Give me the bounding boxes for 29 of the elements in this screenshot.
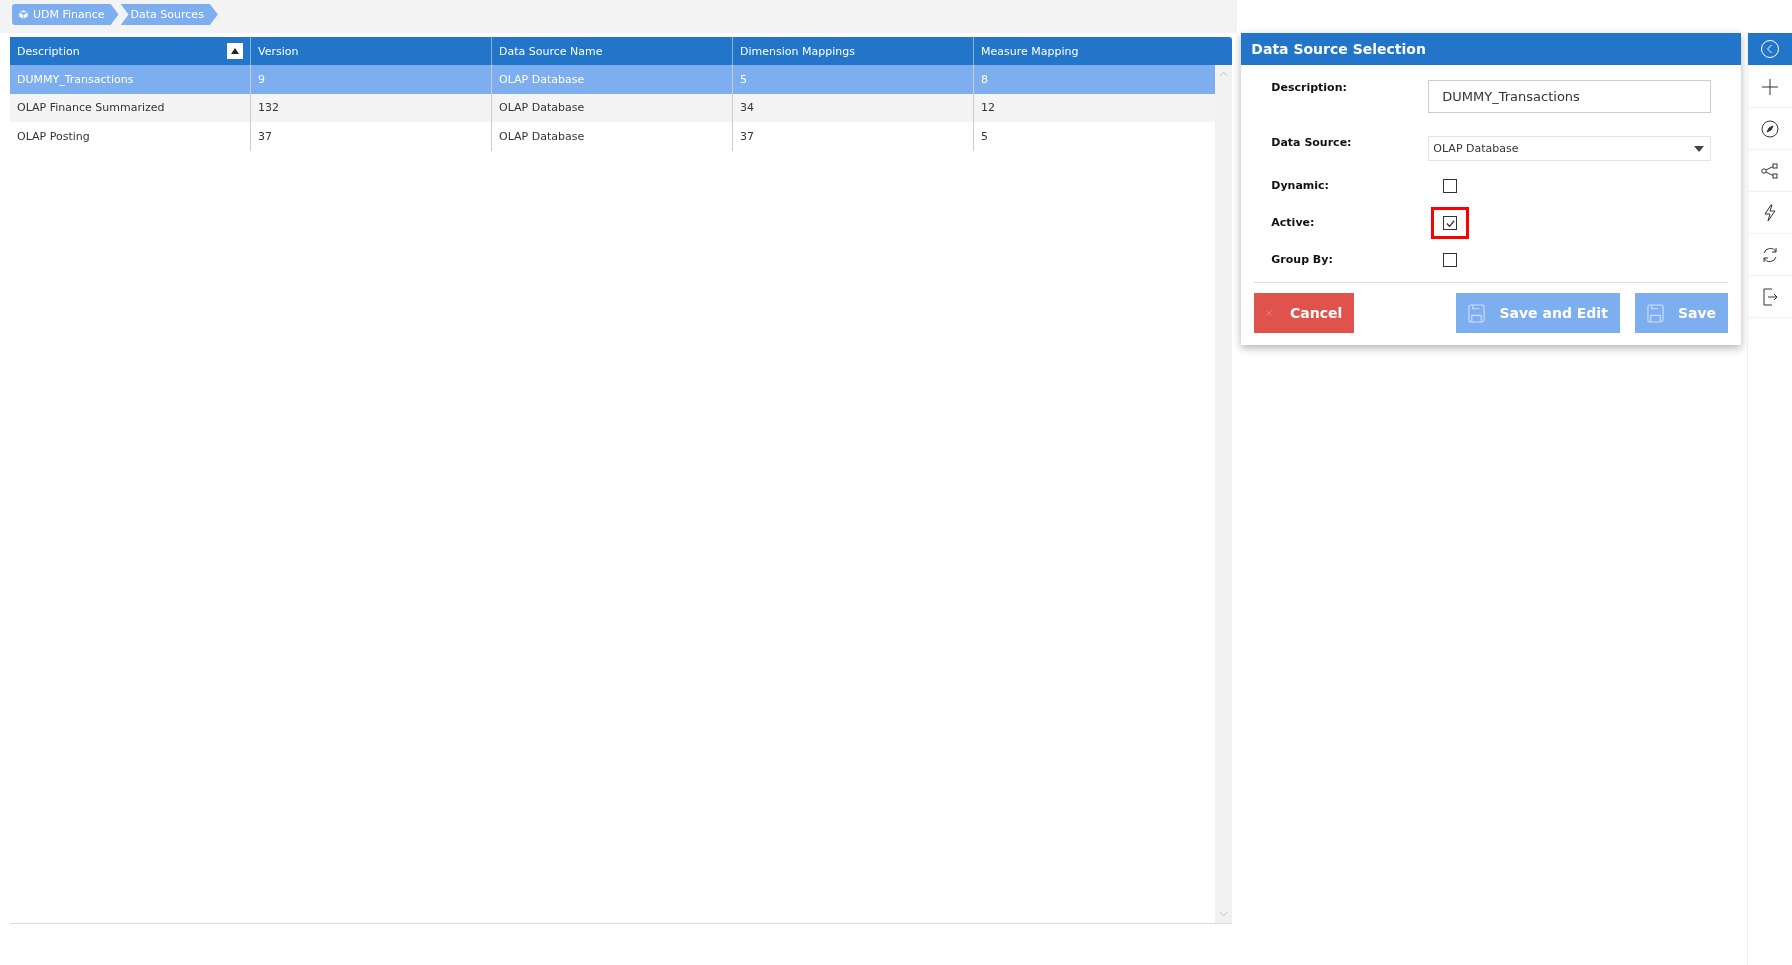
cube-icon xyxy=(18,9,29,20)
checkbox[interactable] xyxy=(1443,253,1458,267)
table-cell: OLAP Database xyxy=(492,122,733,151)
checkbox[interactable] xyxy=(1443,179,1458,193)
input-field[interactable]: DUMMY_Transactions xyxy=(1428,80,1712,113)
dropdown[interactable]: OLAP Database xyxy=(1428,136,1712,161)
checkbox[interactable] xyxy=(1443,216,1458,230)
table-cell-text: 12 xyxy=(980,100,996,117)
table-row[interactable]: OLAP Finance Summarized 132 OLAP Database 34 12 xyxy=(10,93,1215,122)
field-label: Group By: xyxy=(1270,253,1334,266)
table-cell: 37 xyxy=(733,122,974,151)
column-header[interactable]: Measure Mapping xyxy=(974,37,1232,65)
table-cell-text: 5 xyxy=(980,128,989,145)
field-label: Active: xyxy=(1270,216,1316,229)
cancel-button[interactable]: Cancel xyxy=(1254,293,1355,333)
field-label: Description: xyxy=(1270,81,1348,94)
table-cell-text: 8 xyxy=(980,71,989,88)
table-cell: 5 xyxy=(733,65,974,94)
table-cell: OLAP Database xyxy=(492,65,733,94)
sort-ascending-icon[interactable] xyxy=(227,43,243,59)
dialog-title: Data Source Selection xyxy=(1241,33,1742,65)
field-label: Dynamic: xyxy=(1270,179,1331,192)
table-cell: DUMMY_Transactions xyxy=(10,65,251,94)
table-cell: 9 xyxy=(251,65,492,94)
caret-icon xyxy=(1694,145,1705,152)
table-cell: OLAP Posting xyxy=(10,122,251,151)
field-label: Data Source: xyxy=(1270,136,1353,149)
table-cell: 37 xyxy=(251,122,492,151)
collapse-icon[interactable] xyxy=(1748,33,1792,66)
